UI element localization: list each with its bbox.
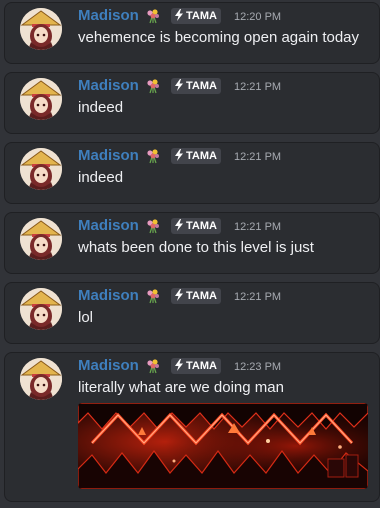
message-text: vehemence is becoming open again today: [78, 29, 360, 46]
message-card[interactable]: Madison TAMA 12:21 PM indeed: [4, 142, 380, 204]
bouquet-icon: [145, 78, 161, 94]
timestamp: 12:23 PM: [234, 361, 282, 373]
clan-tag-label: TAMA: [186, 360, 217, 372]
timestamp: 12:21 PM: [234, 291, 282, 303]
lightning-bolt-icon: [175, 79, 183, 91]
timestamp: 12:20 PM: [234, 11, 282, 23]
clan-tag-label: TAMA: [186, 80, 217, 92]
timestamp: 12:21 PM: [234, 81, 282, 93]
username[interactable]: Madison: [78, 357, 139, 375]
clan-tag-label: TAMA: [186, 10, 217, 22]
bouquet-icon: [145, 148, 161, 164]
message-text: whats been done to this level is just: [78, 239, 314, 256]
clan-tag[interactable]: TAMA: [171, 288, 221, 304]
message-text: indeed: [78, 99, 124, 116]
message-text: literally what are we doing man: [78, 379, 284, 396]
lightning-bolt-icon: [175, 359, 183, 371]
message-card[interactable]: Madison TAMA 12:21 PM indeed: [4, 72, 380, 134]
bouquet-icon: [145, 358, 161, 374]
avatar[interactable]: [20, 288, 62, 330]
avatar[interactable]: [20, 8, 62, 50]
clan-tag[interactable]: TAMA: [171, 218, 221, 234]
clan-tag-label: TAMA: [186, 220, 217, 232]
avatar[interactable]: [20, 358, 62, 400]
clan-tag[interactable]: TAMA: [171, 78, 221, 94]
lightning-bolt-icon: [175, 149, 183, 161]
bouquet-icon: [145, 218, 161, 234]
message-list: Madison TAMA 12:20 PM vehemence is becom…: [0, 0, 380, 508]
bouquet-icon: [145, 8, 161, 24]
level-screenshot-image: [78, 403, 368, 489]
lightning-bolt-icon: [175, 9, 183, 21]
clan-tag[interactable]: TAMA: [171, 8, 221, 24]
bouquet-icon: [145, 288, 161, 304]
image-attachment[interactable]: [78, 403, 368, 489]
clan-tag[interactable]: TAMA: [171, 358, 221, 374]
clan-tag-label: TAMA: [186, 290, 217, 302]
lightning-bolt-icon: [175, 219, 183, 231]
avatar[interactable]: [20, 218, 62, 260]
message-card[interactable]: Madison TAMA 12:20 PM vehemence is becom…: [4, 2, 380, 64]
username[interactable]: Madison: [78, 77, 139, 95]
timestamp: 12:21 PM: [234, 151, 282, 163]
message-text: indeed: [78, 169, 124, 186]
message-text: lol: [78, 309, 94, 326]
clan-tag[interactable]: TAMA: [171, 148, 221, 164]
message-card[interactable]: Madison TAMA 12:23 PM literally what are…: [4, 352, 380, 502]
username[interactable]: Madison: [78, 7, 139, 25]
message-card[interactable]: Madison TAMA 12:21 PM lol: [4, 282, 380, 344]
username[interactable]: Madison: [78, 287, 139, 305]
avatar[interactable]: [20, 148, 62, 190]
clan-tag-label: TAMA: [186, 150, 217, 162]
message-card[interactable]: Madison TAMA 12:21 PM whats been done to…: [4, 212, 380, 274]
username[interactable]: Madison: [78, 147, 139, 165]
timestamp: 12:21 PM: [234, 221, 282, 233]
username[interactable]: Madison: [78, 217, 139, 235]
avatar[interactable]: [20, 78, 62, 120]
lightning-bolt-icon: [175, 289, 183, 301]
